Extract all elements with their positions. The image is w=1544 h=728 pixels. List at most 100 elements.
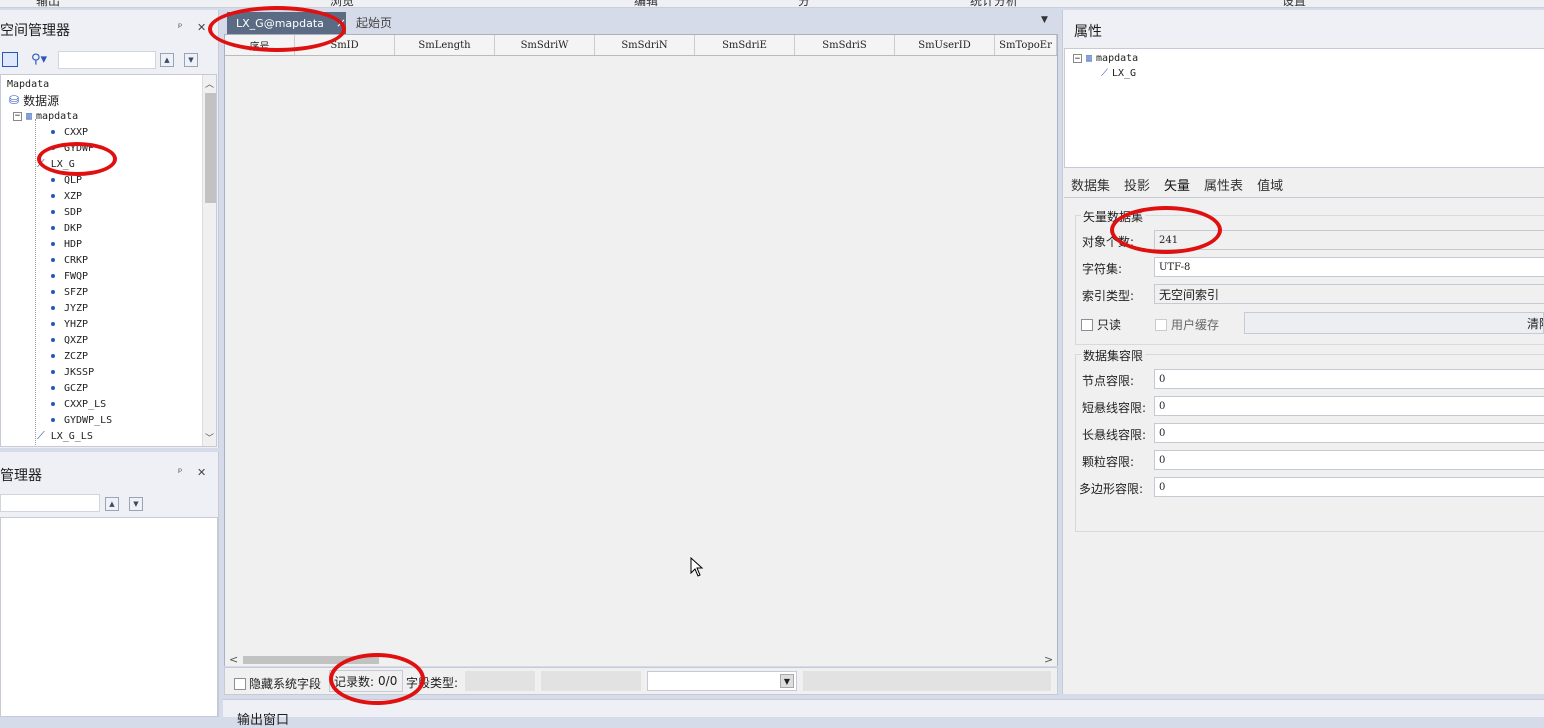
column-header[interactable]: SmLength [395,35,495,55]
tab-projection[interactable]: 投影 [1124,175,1150,194]
scrollbar-thumb[interactable] [243,656,379,664]
tab-lx-g[interactable]: LX_G@mapdata × [227,12,346,34]
tree-item-dataset[interactable]: SDP [37,204,82,220]
tolerance-field[interactable]: 0 [1154,450,1544,470]
point-dataset-icon [51,402,55,406]
column-header[interactable]: 序号 [225,35,295,55]
horizontal-scrollbar[interactable]: < > [225,652,1057,666]
tree-item-dataset[interactable]: ⟋ LX_G [37,156,75,172]
database-icon: ▥ [1086,53,1093,64]
menu-item[interactable]: 输出 [36,0,60,7]
point-dataset-icon [51,322,55,326]
tree-label: HDP [64,238,83,250]
tree-item-lx-g[interactable]: ⟋ LX_G [1101,68,1136,79]
tree-item-dataset[interactable]: CXXP [37,124,88,140]
menu-item[interactable]: 分 [798,0,810,7]
point-dataset-icon [51,130,55,134]
tab-dropdown-icon[interactable]: ▼ [1041,15,1048,25]
search-icon[interactable]: ⚲▾ [31,52,53,67]
tree-item-dataset[interactable]: JKSSP [37,364,94,380]
tree-item-dataset[interactable]: QLP [37,172,82,188]
tree-item-dataset[interactable]: CXXP_LS [37,396,106,412]
charset-field[interactable]: UTF-8 [1154,257,1544,277]
tab-vector[interactable]: 矢量 [1164,175,1190,194]
arrow-up-icon[interactable]: ▲ [160,53,174,67]
tree-datasources[interactable]: ⛁ 数据源 [9,92,59,108]
scroll-down-icon[interactable]: ﹀ [205,431,214,444]
column-header[interactable]: SmTopoEr [995,35,1057,55]
pin-icon[interactable]: ᵖ [178,22,182,33]
scroll-up-icon[interactable]: ︿ [205,77,214,90]
tree-root[interactable]: − ▥ mapdata [1073,53,1138,64]
tolerance-field[interactable]: 0 [1154,477,1544,497]
close-icon[interactable]: ✕ [197,466,206,479]
menu-item[interactable]: 浏览 [330,0,354,7]
properties-tree: − ▥ mapdata ⟋ LX_G [1064,48,1544,168]
search-input[interactable] [58,51,156,69]
clear-cache-button[interactable]: 清除 [1244,312,1544,334]
grid-header: 序号 SmID SmLength SmSdriW SmSdriN SmSdriE SmSdr… [225,35,1057,56]
tab-dataset[interactable]: 数据集 [1071,175,1110,194]
tree-item-dataset[interactable]: DKP [37,220,82,236]
menu-item[interactable]: 统计分析 [970,0,1018,7]
chevron-down-icon[interactable]: ▼ [780,674,794,688]
pin-icon[interactable]: ᵖ [178,467,182,478]
tree-item-dataset[interactable]: HDP [37,236,82,252]
field-type-label: 字段类型: [406,676,459,690]
output-window-title: 输出窗口 [237,713,290,728]
search-input[interactable] [0,494,100,512]
column-header[interactable]: SmUserID [895,35,995,55]
tree-item-dataset[interactable]: SFZP [37,284,88,300]
menu-item[interactable]: 设置 [1282,0,1306,7]
column-header[interactable]: SmSdriS [795,35,895,55]
field-type-select[interactable]: ▼ [647,671,797,691]
user-cache-checkbox[interactable]: 用户缓存 [1155,316,1219,333]
tree-label: QLP [64,174,83,186]
arrow-down-icon[interactable]: ▼ [184,53,198,67]
close-icon[interactable]: × [336,16,346,30]
tab-domain[interactable]: 值域 [1257,175,1283,194]
checkbox[interactable] [1081,318,1093,331]
tree-root[interactable]: Mapdata [7,76,49,92]
tree-guide [35,119,36,446]
checkbox[interactable] [234,677,246,690]
tree-item-dataset[interactable]: ZCZP [37,348,88,364]
close-icon[interactable]: ✕ [197,21,206,34]
tolerance-field[interactable]: 0 [1154,423,1544,443]
collapse-icon[interactable]: − [1073,54,1082,64]
tab-start-page[interactable]: 起始页 [356,14,392,31]
tree-item-dataset[interactable]: GYDWP_LS [37,412,112,428]
tree-item-dataset[interactable]: JYZP [37,300,88,316]
readonly-checkbox[interactable]: 只读 [1081,316,1121,333]
charset-label: 字符集: [1082,262,1123,276]
tree-datasource-mapdata[interactable]: − ▥ mapdata [13,108,78,124]
open-icon[interactable] [2,52,18,67]
tree-item-dataset[interactable]: CRKP [37,252,88,268]
properties-header: 属性 [1063,10,1544,46]
tree-scrollbar[interactable]: ︿ ﹀ [202,75,216,446]
tolerance-field[interactable]: 0 [1154,396,1544,416]
workspace-tree: Mapdata ⛁ 数据源 − ▥ mapdata ︿ ﹀ CXXP GYDWP ⟋ LX_… [0,74,217,447]
scroll-right-icon[interactable]: > [1044,653,1053,666]
tree-item-dataset[interactable]: ⟋ LX_G_LS [37,428,93,444]
scrollbar-thumb[interactable] [205,93,216,203]
tree-item-dataset[interactable]: FWQP [37,268,88,284]
column-header[interactable]: SmSdriN [595,35,695,55]
tree-item-dataset[interactable]: GYDWP [37,140,94,156]
tab-attribute-table[interactable]: 属性表 [1204,175,1243,194]
arrow-down-icon[interactable]: ▼ [129,497,143,511]
checkbox[interactable] [1155,318,1167,331]
tree-item-dataset[interactable]: GCZP [37,380,88,396]
tree-item-dataset[interactable]: QXZP [37,332,88,348]
arrow-up-icon[interactable]: ▲ [105,497,119,511]
tree-item-dataset[interactable]: YHZP [37,316,88,332]
collapse-icon[interactable]: − [13,111,22,121]
menu-item[interactable]: 编辑 [634,0,658,7]
tolerance-field[interactable]: 0 [1154,369,1544,389]
scroll-left-icon[interactable]: < [229,653,238,666]
column-header[interactable]: SmID [295,35,395,55]
hide-system-fields-checkbox[interactable]: 隐藏系统字段 [234,675,321,692]
column-header[interactable]: SmSdriW [495,35,595,55]
tree-item-dataset[interactable]: XZP [37,188,82,204]
column-header[interactable]: SmSdriE [695,35,795,55]
